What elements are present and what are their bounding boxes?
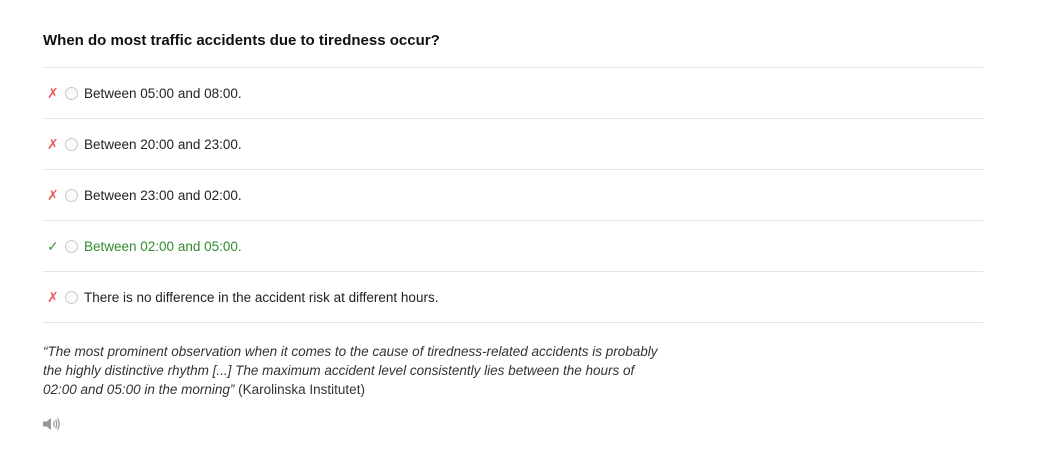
option-label: Between 23:00 and 02:00. <box>84 187 242 203</box>
wrong-icon: ✗ <box>47 136 59 152</box>
radio-button[interactable] <box>65 86 78 100</box>
radio-button[interactable] <box>65 137 78 151</box>
option-5[interactable]: ✗ There is no difference in the accident… <box>43 272 983 323</box>
radio-button[interactable] <box>65 290 78 304</box>
speaker-icon[interactable] <box>42 416 62 432</box>
option-label: There is no difference in the accident r… <box>84 289 439 305</box>
option-label: Between 05:00 and 08:00. <box>84 85 242 101</box>
check-icon: ✓ <box>47 238 59 254</box>
option-label: Between 02:00 and 05:00. <box>84 238 242 254</box>
wrong-icon: ✗ <box>47 187 59 203</box>
option-4[interactable]: ✓ Between 02:00 and 05:00. <box>43 221 983 272</box>
option-1[interactable]: ✗ Between 05:00 and 08:00. <box>43 68 983 119</box>
explanation-source: (Karolinska Institutet) <box>234 382 365 397</box>
options-list: ✗ Between 05:00 and 08:00. ✗ Between 20:… <box>43 67 983 323</box>
explanation-text: “The most prominent observation when it … <box>43 342 663 399</box>
quiz-container: When do most traffic accidents due to ti… <box>43 30 983 323</box>
wrong-icon: ✗ <box>47 289 59 305</box>
question-text: When do most traffic accidents due to ti… <box>43 32 440 49</box>
option-3[interactable]: ✗ Between 23:00 and 02:00. <box>43 170 983 221</box>
radio-button[interactable] <box>65 239 78 253</box>
radio-button[interactable] <box>65 188 78 202</box>
option-label: Between 20:00 and 23:00. <box>84 136 242 152</box>
wrong-icon: ✗ <box>47 85 59 101</box>
option-2[interactable]: ✗ Between 20:00 and 23:00. <box>43 119 983 170</box>
